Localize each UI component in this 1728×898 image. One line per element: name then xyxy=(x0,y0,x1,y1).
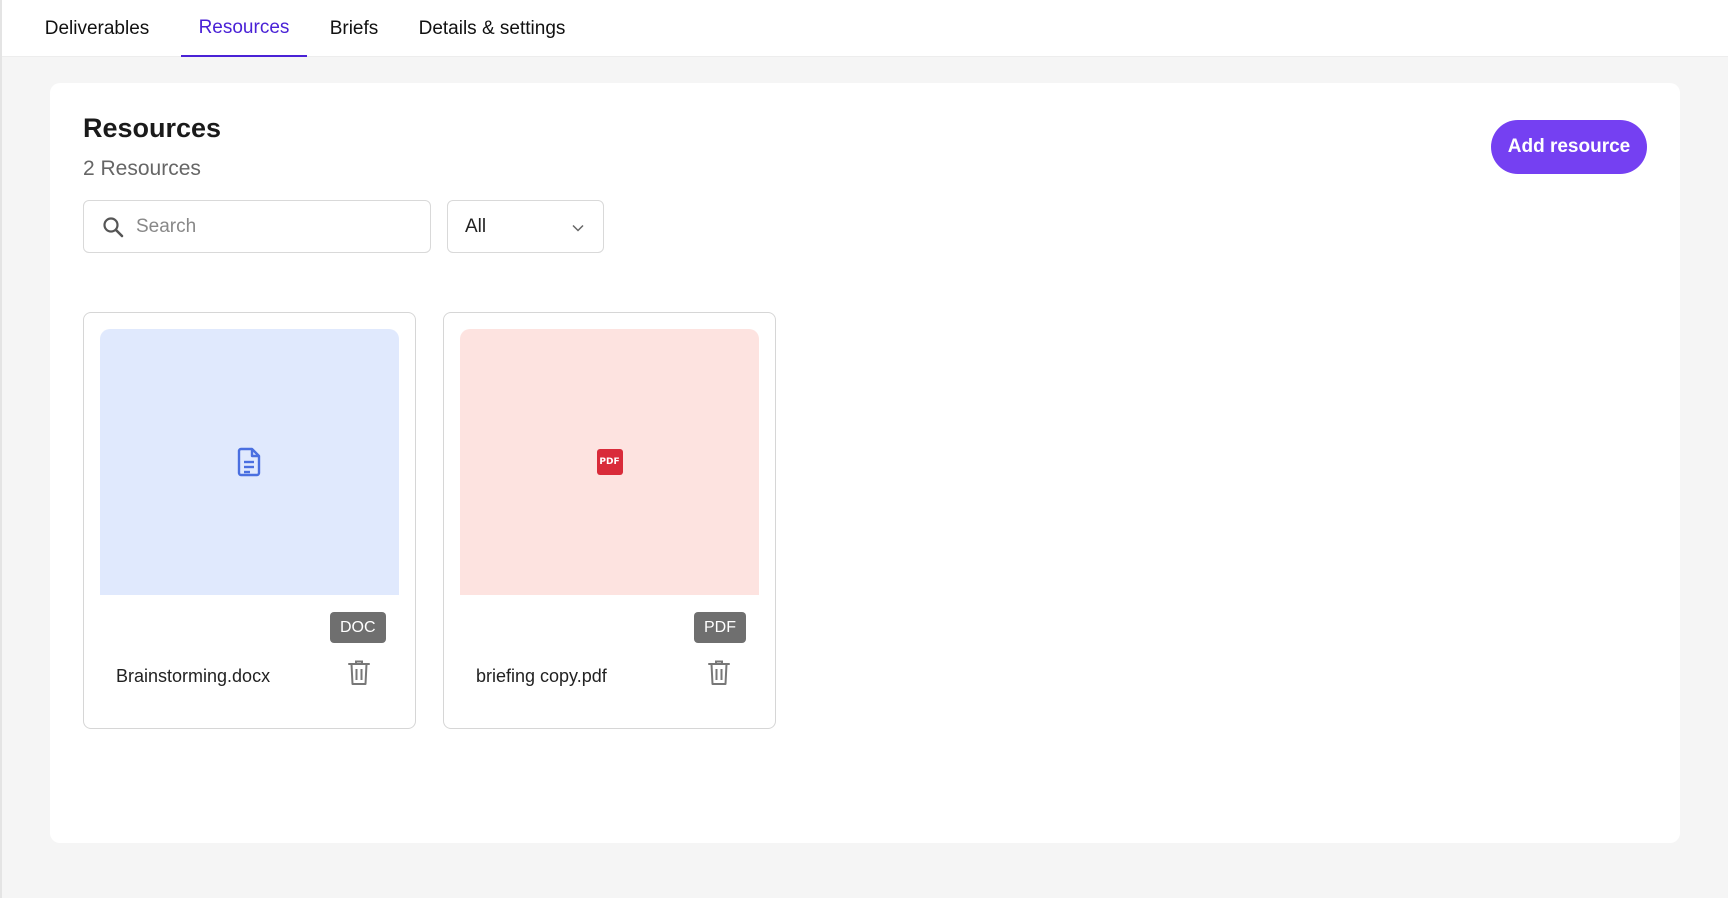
type-filter-select[interactable]: All xyxy=(447,200,604,253)
resource-filename: briefing copy.pdf xyxy=(476,666,607,686)
resource-thumbnail xyxy=(100,329,399,595)
resource-count: 2 Resources xyxy=(83,157,201,180)
document-icon xyxy=(237,447,260,477)
tab-deliverables[interactable]: Deliverables xyxy=(38,0,156,57)
filter-selected-value: All xyxy=(465,216,487,237)
search-input[interactable] xyxy=(136,202,416,251)
file-type-badge: DOC xyxy=(330,612,386,643)
delete-icon[interactable] xyxy=(346,659,372,687)
file-type-badge: PDF xyxy=(694,612,746,643)
search-box xyxy=(83,200,431,253)
tab-details-settings[interactable]: Details & settings xyxy=(407,0,577,57)
search-icon xyxy=(103,217,124,238)
tab-bar: Deliverables Resources Briefs Details & … xyxy=(2,0,1728,57)
chevron-down-icon xyxy=(572,224,584,232)
tab-resources[interactable]: Resources xyxy=(181,0,307,57)
page-title: Resources xyxy=(83,113,222,143)
left-border xyxy=(0,0,2,898)
resource-card[interactable]: DOC Brainstorming.docx xyxy=(83,312,416,729)
pdf-icon: PDF xyxy=(596,449,623,475)
resource-thumbnail: PDF xyxy=(460,329,759,595)
resources-panel: Resources 2 Resources Add resource All D… xyxy=(50,83,1680,843)
add-resource-button[interactable]: Add resource xyxy=(1491,120,1647,174)
tab-briefs[interactable]: Briefs xyxy=(323,0,385,57)
delete-icon[interactable] xyxy=(706,659,732,687)
resource-card[interactable]: PDF PDF briefing copy.pdf xyxy=(443,312,776,729)
resource-filename: Brainstorming.docx xyxy=(116,666,271,686)
